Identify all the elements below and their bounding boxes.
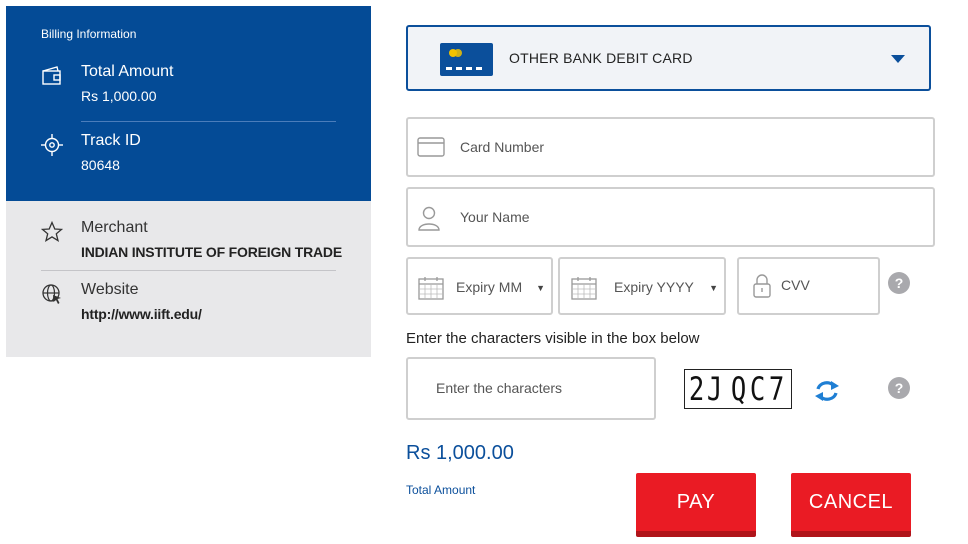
card-number-field[interactable]: Card Number [406,117,935,177]
merchant-label: Merchant [81,219,148,236]
target-icon [41,134,63,156]
billing-sidebar: Billing Information Total Amount Rs 1,00… [0,0,372,544]
total-amount-value: Rs 1,000.00 [81,88,157,104]
calendar-icon [571,277,597,300]
captcha-input[interactable]: Enter the characters [406,357,656,420]
billing-title: Billing Information [41,27,137,41]
billing-divider [81,121,336,122]
cvv-help-icon[interactable]: ? [888,272,910,294]
name-field[interactable]: Your Name [406,187,935,247]
billing-info-panel: Billing Information Total Amount Rs 1,00… [6,6,371,201]
merchant-divider [41,270,336,271]
cvv-field[interactable]: CVV [737,257,880,315]
captcha-char: J [706,370,723,408]
total-amount-label: Total Amount [81,63,174,80]
amount-label: Total Amount [406,483,476,497]
captcha-image: 2 J Q C 7 [684,369,792,409]
captcha-char: 7 [768,370,785,408]
card-type-select[interactable]: OTHER BANK DEBIT CARD [406,25,931,91]
name-placeholder: Your Name [460,209,530,225]
expiry-month-placeholder: Expiry MM [456,279,523,295]
dropdown-arrow-icon: ▼ [709,283,718,293]
amount-value: Rs 1,000.00 [406,442,514,464]
globe-cursor-icon [42,284,61,304]
captcha-help-icon[interactable]: ? [888,377,910,399]
card-number-placeholder: Card Number [460,139,545,155]
dropdown-arrow-icon: ▼ [536,283,545,293]
debit-card-icon [440,43,493,76]
cancel-button[interactable]: CANCEL [791,473,911,537]
captcha-char: 2 [688,370,705,408]
website-label: Website [81,281,139,298]
captcha-placeholder: Enter the characters [436,380,563,396]
website-value[interactable]: http://www.iift.edu/ [81,306,202,322]
star-icon [41,221,63,242]
card-type-value: OTHER BANK DEBIT CARD [509,50,693,66]
calendar-icon [418,277,444,300]
payment-page: Billing Information Total Amount Rs 1,00… [0,0,968,544]
cvv-placeholder: CVV [781,277,810,293]
captcha-char: C [749,370,766,408]
refresh-icon[interactable] [813,377,841,405]
merchant-info-panel: Merchant INDIAN INSTITUTE OF FOREIGN TRA… [6,201,371,357]
merchant-value: INDIAN INSTITUTE OF FOREIGN TRADE [81,244,342,260]
card-icon [417,137,445,157]
expiry-year-select[interactable]: Expiry YYYY ▼ [558,257,726,315]
captcha-instruction: Enter the characters visible in the box … [406,330,700,347]
captcha-char: Q [730,370,747,408]
lock-icon [753,274,771,298]
expiry-month-select[interactable]: Expiry MM ▼ [406,257,553,315]
expiry-year-placeholder: Expiry YYYY [614,279,694,295]
track-id-label: Track ID [81,132,141,149]
pay-button[interactable]: PAY [636,473,756,537]
track-id-value: 80648 [81,157,120,173]
chevron-down-icon[interactable] [891,55,905,63]
wallet-icon [42,66,61,85]
user-icon [418,206,440,231]
